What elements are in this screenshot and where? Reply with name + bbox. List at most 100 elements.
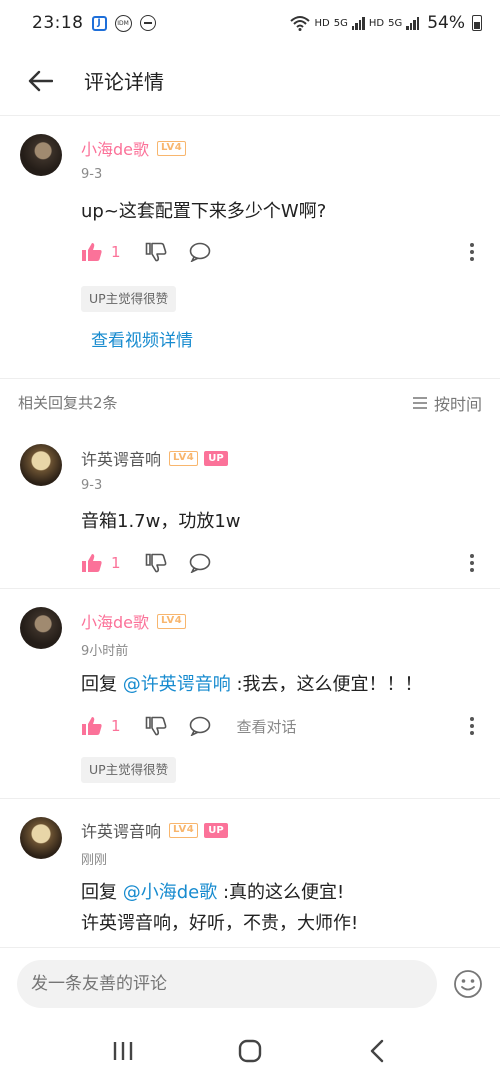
idm-notification-icon: IDM (114, 14, 132, 32)
more-vertical-icon (470, 554, 474, 572)
home-button[interactable] (225, 1026, 275, 1076)
comment-input[interactable] (17, 959, 437, 1008)
comment-bubble-icon (189, 716, 210, 736)
like-count: 1 (111, 717, 121, 735)
menu-icon (412, 396, 427, 409)
divider (0, 798, 500, 799)
name-row: 许英谔音响 LV4 UP (81, 446, 228, 470)
wifi-icon (290, 16, 311, 31)
reply-button[interactable] (189, 242, 211, 262)
up-liked-badge: UP主觉得很赞 (81, 757, 177, 783)
like-button[interactable] (81, 716, 103, 736)
comment-time: 9-3 (81, 167, 103, 182)
comment-bubble-icon (189, 242, 210, 262)
divider (0, 588, 500, 589)
battery-percent: 54% (427, 13, 465, 33)
comment-actions: 1 查看对话 (81, 713, 481, 739)
network-type-4: 5G (388, 17, 403, 29)
thumbs-down-icon (145, 553, 166, 573)
emoji-button[interactable] (453, 969, 483, 999)
reply-prefix: 回复 (81, 882, 123, 903)
back-button[interactable] (10, 51, 70, 111)
mention-link[interactable]: @小海de歌 (123, 882, 218, 903)
dislike-button[interactable] (145, 242, 167, 262)
reply-button[interactable] (189, 716, 211, 736)
back-arrow-icon (28, 70, 53, 91)
chevron-left-icon (370, 1039, 383, 1063)
like-button[interactable] (81, 242, 103, 262)
thumbs-up-icon (82, 717, 102, 735)
dislike-button[interactable] (145, 716, 167, 736)
thumbs-up-icon (82, 243, 102, 261)
comment-time: 9小时前 (81, 644, 129, 659)
page-title: 评论详情 (84, 70, 164, 94)
avatar[interactable] (20, 134, 62, 176)
signal-icon-2 (406, 16, 420, 30)
more-options-button[interactable] (469, 553, 475, 573)
reply-count: 相关回复共2条 (18, 394, 118, 412)
comment-line-2: 许英谔音响，好听，不贵，大师作! (81, 913, 359, 934)
username[interactable]: 许英谔音响 (81, 818, 161, 842)
more-vertical-icon (470, 717, 474, 735)
comment-text: 音箱1.7w，功放1w (81, 511, 241, 532)
mention-link[interactable]: @许英谔音响 (123, 674, 231, 695)
username[interactable]: 许英谔音响 (81, 446, 161, 470)
username[interactable]: 小海de歌 (81, 136, 149, 160)
comment-actions: 1 (81, 239, 481, 265)
name-row: 小海de歌 LV4 (81, 609, 187, 633)
up-liked-badge: UP主觉得很赞 (81, 286, 177, 312)
comment-input-bar (0, 947, 500, 1019)
status-time: 23:18 (32, 13, 84, 33)
recent-apps-button[interactable] (98, 1026, 148, 1076)
network-type-1: HD (314, 17, 330, 29)
up-badge: UP (204, 450, 228, 466)
battery-icon (472, 15, 482, 31)
comment-line-1: 回复 @小海de歌 :真的这么便宜! (81, 877, 358, 908)
reply-body: :我去，这么便宜！！！ (230, 674, 423, 695)
up-badge: UP (204, 822, 228, 838)
level-badge: LV4 (169, 450, 199, 466)
avatar[interactable] (20, 444, 62, 486)
sort-label: 按时间 (433, 394, 482, 414)
comment-time: 9-3 (81, 478, 103, 493)
comment-actions: 1 (81, 550, 481, 576)
home-icon (238, 1039, 262, 1063)
avatar[interactable] (20, 607, 62, 649)
recent-apps-icon (114, 1042, 133, 1060)
status-indicators: HD 5G HD 5G 54% (290, 13, 482, 33)
more-vertical-icon (470, 243, 474, 261)
do-not-disturb-icon (139, 15, 156, 31)
level-badge: LV4 (169, 822, 199, 838)
more-options-button[interactable] (469, 716, 475, 736)
signal-icon (351, 16, 365, 30)
dislike-button[interactable] (145, 553, 167, 573)
comment-bubble-icon (189, 553, 210, 573)
view-conversation-link[interactable]: 查看对话 (237, 716, 297, 737)
replies-header: 相关回复共2条 按时间 (0, 378, 500, 426)
name-row: 小海de歌 LV4 (81, 136, 187, 160)
name-row: 许英谔音响 LV4 UP (81, 818, 228, 842)
view-video-link[interactable]: 查看视频详情 (91, 326, 193, 351)
like-count: 1 (111, 243, 121, 261)
avatar[interactable] (20, 817, 62, 859)
comment-text: 回复 @许英谔音响 :我去，这么便宜！！！ (81, 669, 423, 700)
sort-button[interactable]: 按时间 (412, 391, 482, 415)
system-nav-bar (0, 1019, 500, 1083)
more-options-button[interactable] (469, 242, 475, 262)
username[interactable]: 小海de歌 (81, 609, 149, 633)
network-type-3: HD (368, 17, 385, 29)
comment-time: 刚刚 (81, 853, 108, 868)
network-type-2: 5G (333, 17, 348, 29)
reply-prefix: 回复 (81, 674, 123, 695)
thumbs-up-icon (82, 554, 102, 572)
like-button[interactable] (81, 553, 103, 573)
comment-text: 回复 @小海de歌 :真的这么便宜! 许英谔音响，好听，不贵，大师作! (81, 877, 358, 939)
reply-body: :真的这么便宜! (217, 882, 345, 903)
thumbs-down-icon (145, 242, 166, 262)
reply-button[interactable] (189, 553, 211, 573)
thumbs-down-icon (145, 716, 166, 736)
back-nav-button[interactable] (352, 1026, 402, 1076)
app-header: 评论详情 (0, 46, 500, 116)
level-badge: LV4 (157, 613, 187, 629)
app-notification-icon: J (91, 15, 107, 31)
